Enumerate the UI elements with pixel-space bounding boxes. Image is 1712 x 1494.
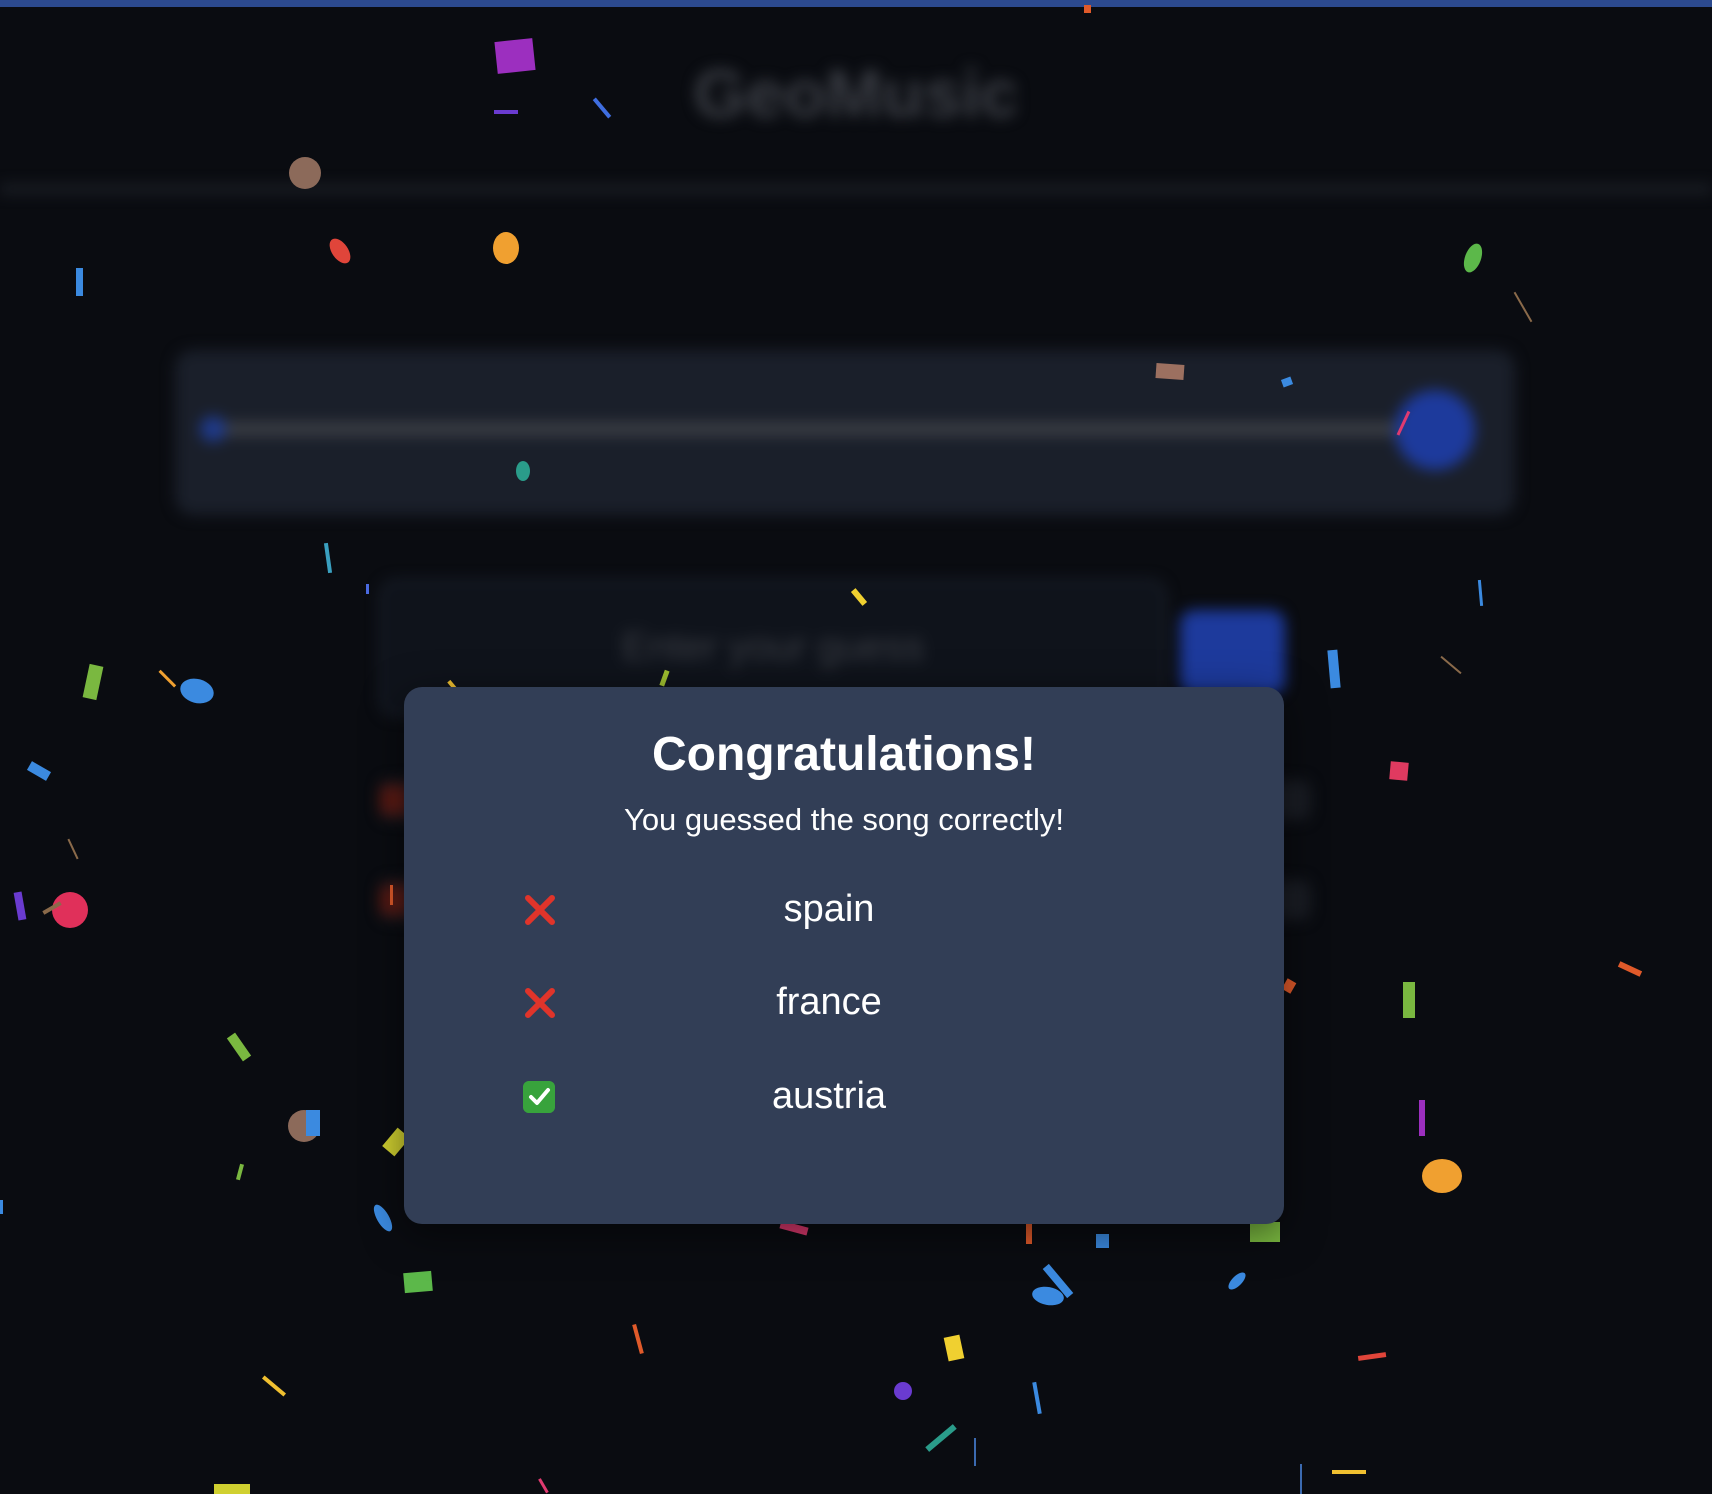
guess-result-text: austria bbox=[771, 1075, 887, 1117]
confetti-piece bbox=[366, 584, 369, 594]
confetti-piece bbox=[516, 461, 530, 481]
confetti-piece bbox=[894, 1382, 912, 1400]
confetti-piece bbox=[1513, 291, 1533, 323]
confetti-piece bbox=[538, 1478, 549, 1494]
confetti-piece bbox=[13, 891, 27, 921]
confetti-piece bbox=[1463, 243, 1483, 273]
confetti-piece bbox=[214, 1484, 250, 1494]
confetti-piece bbox=[306, 1110, 320, 1136]
confetti-piece bbox=[1096, 1234, 1109, 1248]
confetti-piece bbox=[1419, 1100, 1425, 1136]
confetti-piece bbox=[26, 761, 52, 781]
confetti-piece bbox=[403, 1270, 433, 1294]
guess-result-text: france bbox=[776, 981, 882, 1023]
confetti-piece bbox=[76, 268, 83, 296]
confetti-piece bbox=[82, 663, 104, 701]
confetti-piece bbox=[494, 38, 536, 74]
confetti-piece bbox=[180, 678, 214, 704]
cross-mark-icon bbox=[525, 895, 555, 925]
guess-result-row: france bbox=[404, 973, 1284, 1033]
confetti-piece bbox=[1327, 649, 1341, 689]
guess-result-row: austria bbox=[404, 1067, 1284, 1127]
confetti-piece bbox=[1440, 655, 1462, 675]
confetti-piece bbox=[261, 1375, 287, 1397]
check-mark-icon bbox=[520, 1077, 560, 1117]
confetti-piece bbox=[1617, 961, 1643, 977]
confetti-piece bbox=[67, 838, 79, 860]
confetti-piece bbox=[1250, 1222, 1280, 1242]
confetti-piece bbox=[158, 669, 177, 688]
confetti-piece bbox=[494, 110, 518, 114]
confetti-piece bbox=[1026, 1224, 1032, 1244]
confetti-piece bbox=[1280, 376, 1294, 388]
confetti-piece bbox=[1332, 1470, 1366, 1474]
confetti-piece bbox=[974, 1438, 976, 1466]
confetti-piece bbox=[925, 1424, 957, 1452]
confetti-piece bbox=[1422, 1159, 1462, 1193]
modal-subtitle: You guessed the song correctly! bbox=[623, 802, 1065, 837]
confetti-piece bbox=[659, 669, 670, 687]
confetti-piece bbox=[52, 892, 88, 928]
confetti-piece bbox=[1477, 579, 1484, 607]
confetti-piece bbox=[226, 1032, 252, 1062]
confetti-piece bbox=[592, 97, 612, 119]
confetti-piece bbox=[289, 157, 321, 189]
cross-mark-icon bbox=[525, 988, 555, 1018]
guess-result-row: spain bbox=[404, 880, 1284, 940]
confetti-piece bbox=[1403, 982, 1415, 1018]
confetti-piece bbox=[373, 1204, 393, 1232]
confetti-piece bbox=[1032, 1381, 1042, 1415]
confetti-piece bbox=[943, 1334, 965, 1362]
confetti-piece bbox=[1084, 5, 1091, 13]
confetti-piece bbox=[390, 885, 393, 905]
confetti-piece bbox=[323, 542, 333, 574]
confetti-piece bbox=[235, 1163, 245, 1181]
confetti-piece bbox=[1396, 410, 1411, 436]
confetti-piece bbox=[493, 232, 519, 264]
confetti-piece bbox=[1228, 1272, 1246, 1290]
confetti-piece bbox=[850, 588, 868, 606]
guess-result-text: spain bbox=[783, 888, 875, 930]
modal-title: Congratulations! bbox=[652, 728, 1036, 781]
confetti-piece bbox=[329, 238, 351, 264]
confetti-piece bbox=[1357, 1352, 1387, 1361]
congratulations-modal: Congratulations! You guessed the song co… bbox=[404, 687, 1284, 1224]
confetti-piece bbox=[1155, 363, 1185, 380]
confetti-piece bbox=[1300, 1464, 1302, 1494]
confetti-piece bbox=[632, 1323, 644, 1355]
confetti-piece bbox=[0, 1200, 3, 1214]
confetti-piece bbox=[1389, 761, 1409, 781]
